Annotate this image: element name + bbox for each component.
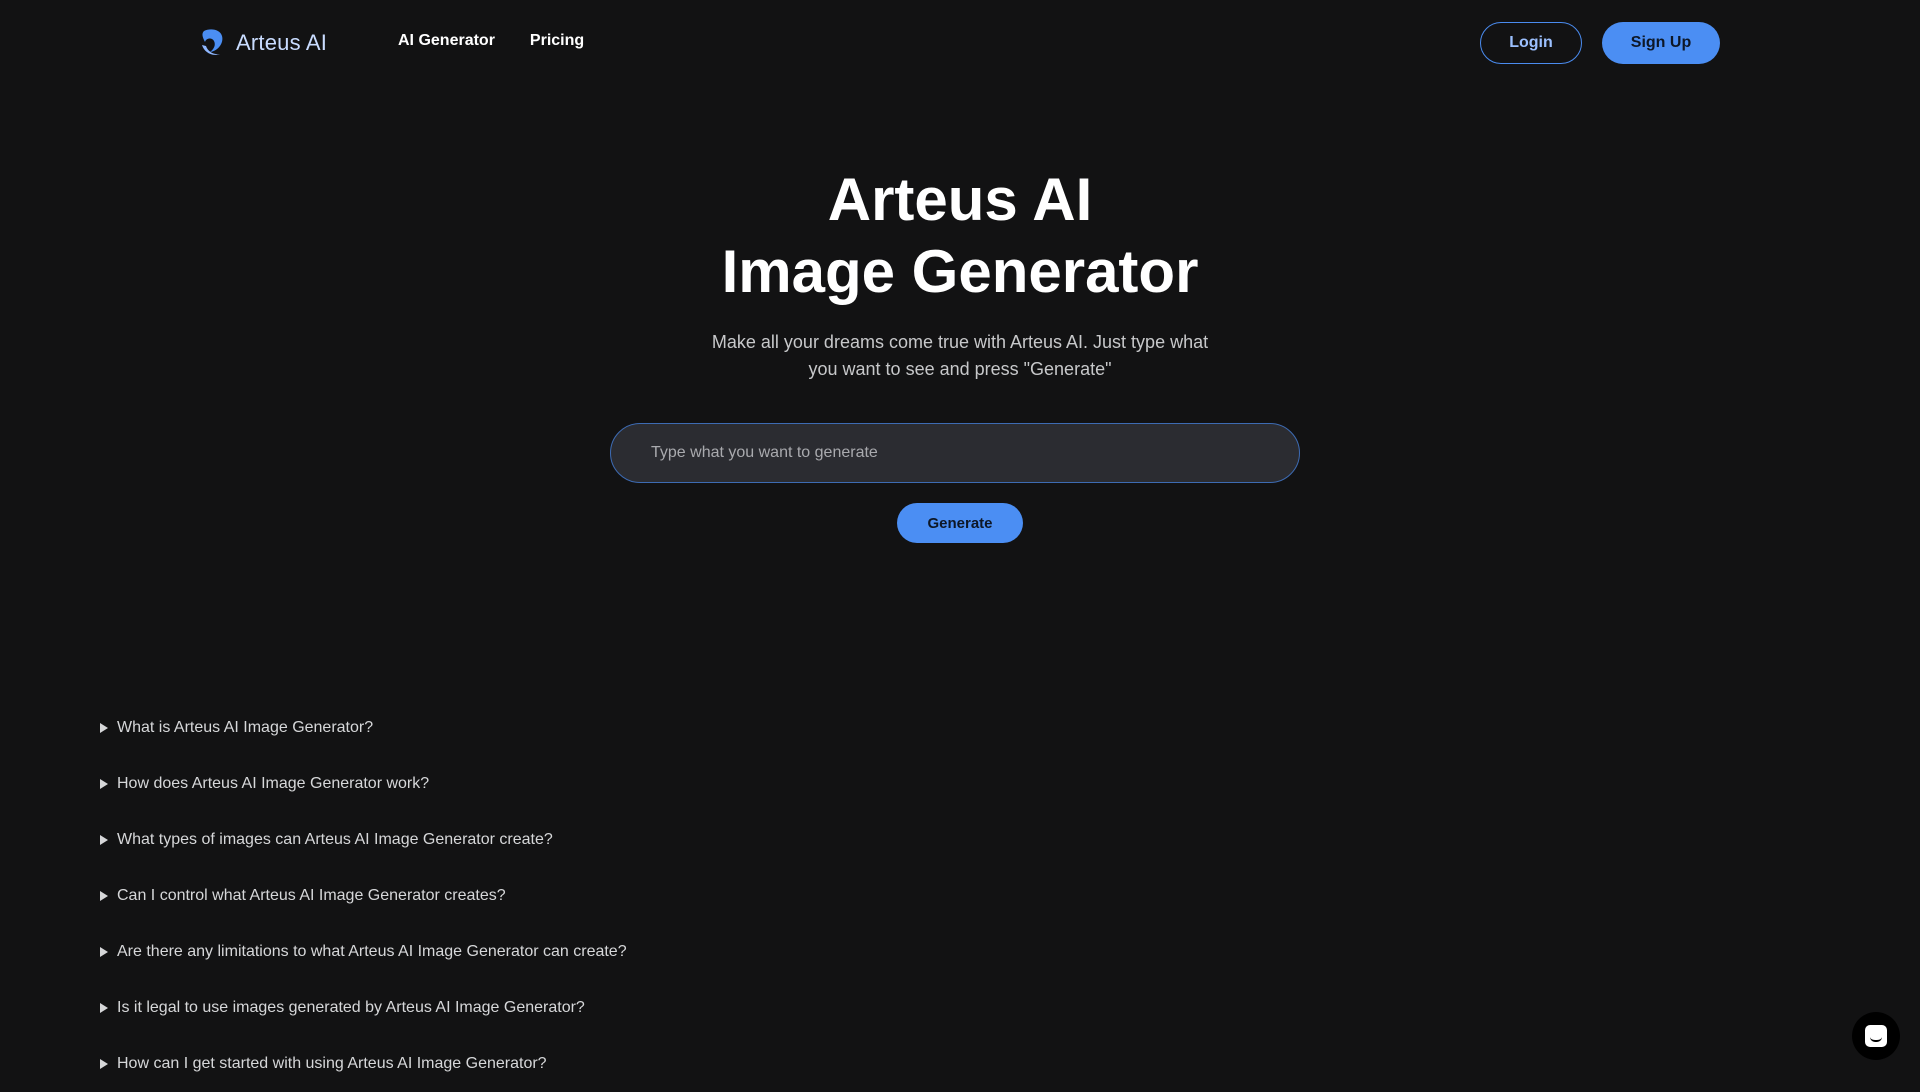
faq-question: Is it legal to use images generated by A… xyxy=(117,999,585,1016)
generate-button[interactable]: Generate xyxy=(897,503,1023,543)
chat-bubble-icon xyxy=(1865,1025,1887,1047)
faq-list: What is Arteus AI Image Generator? How d… xyxy=(98,700,898,1092)
faq-item[interactable]: Are there any limitations to what Arteus… xyxy=(98,924,898,980)
brand-logo[interactable]: Arteus AI xyxy=(198,24,327,62)
sign-up-button[interactable]: Sign Up xyxy=(1602,22,1720,64)
faq-question: What is Arteus AI Image Generator? xyxy=(117,719,374,736)
faq-item[interactable]: How can I get started with using Arteus … xyxy=(98,1036,898,1092)
site-header: Arteus AI AI Generator Pricing Login Sig… xyxy=(0,0,1920,86)
faq-item[interactable]: Is it legal to use images generated by A… xyxy=(98,980,898,1036)
main-nav: AI Generator Pricing xyxy=(398,32,584,50)
faq-question: How can I get started with using Arteus … xyxy=(117,1055,547,1072)
faq-question: Can I control what Arteus AI Image Gener… xyxy=(117,887,506,904)
triangle-right-icon xyxy=(100,947,108,957)
swirl-logo-icon xyxy=(202,29,223,55)
triangle-right-icon xyxy=(100,779,108,789)
page-title: Arteus AI Image Generator xyxy=(0,164,1920,308)
faq-item[interactable]: How does Arteus AI Image Generator work? xyxy=(98,756,898,812)
faq-item[interactable]: What types of images can Arteus AI Image… xyxy=(98,812,898,868)
faq-question: What types of images can Arteus AI Image… xyxy=(117,831,553,848)
title-line-2: Image Generator xyxy=(721,238,1199,305)
prompt-field xyxy=(610,423,1300,483)
faq-item[interactable]: What is Arteus AI Image Generator? xyxy=(98,700,898,756)
chat-launcher-button[interactable] xyxy=(1852,1012,1900,1060)
prompt-input[interactable] xyxy=(611,424,1299,482)
faq-question: How does Arteus AI Image Generator work? xyxy=(117,775,430,792)
triangle-right-icon xyxy=(100,1003,108,1013)
nav-pricing[interactable]: Pricing xyxy=(530,32,584,50)
triangle-right-icon xyxy=(100,835,108,845)
faq-item[interactable]: Can I control what Arteus AI Image Gener… xyxy=(98,868,898,924)
triangle-right-icon xyxy=(100,723,108,733)
faq-question: Are there any limitations to what Arteus… xyxy=(117,943,627,960)
login-button[interactable]: Login xyxy=(1480,22,1582,64)
triangle-right-icon xyxy=(100,891,108,901)
nav-ai-generator[interactable]: AI Generator xyxy=(398,32,495,50)
hero-subtitle: Make all your dreams come true with Arte… xyxy=(711,332,1209,379)
title-line-1: Arteus AI xyxy=(827,166,1093,233)
brand-name: Arteus AI xyxy=(236,30,328,55)
triangle-right-icon xyxy=(100,1059,108,1069)
